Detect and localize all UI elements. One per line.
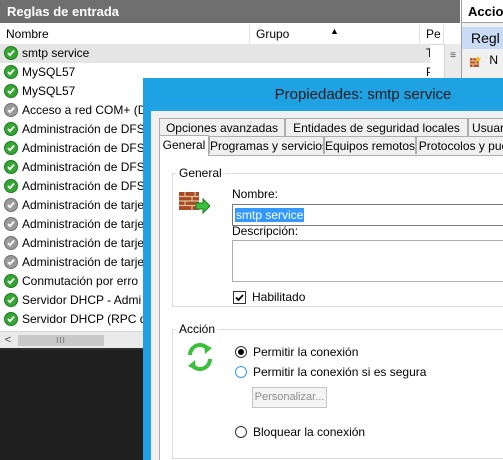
customize-button[interactable]: Personalizar... [252,387,327,408]
column-header-group-label: Grupo [256,27,290,41]
properties-dialog: Propiedades: smtp service Opciones avanz… [143,78,503,460]
allow-if-secure-label: Permitir la conexión si es segura [253,365,427,379]
rule-disabled-icon [4,236,18,250]
rule-enabled-icon [4,312,18,326]
rule-disabled-icon [4,255,18,269]
rule-enabled-icon [4,122,18,136]
panel-title: Reglas de entrada [0,0,460,23]
rule-row[interactable]: smtp service To [0,44,430,63]
rule-name: Administración de tarje [22,198,145,212]
rule-disabled-icon [4,217,18,231]
description-field[interactable]: ▲ ▼ [232,240,503,282]
rule-enabled-icon [4,179,18,193]
rule-name: smtp service [22,46,90,60]
rule-name: Servidor DHCP (RPC de [22,312,154,326]
radio-block-connection[interactable] [235,426,247,438]
rules-horizontal-scrollbar[interactable]: < III [0,331,143,349]
rule-name: Administración de DFS [22,122,145,136]
dialog-title: Propiedades: smtp service [274,86,452,103]
enabled-label: Habilitado [252,290,306,304]
rule-name: Servidor DHCP - Admi [22,293,142,307]
actions-pane-header: Accion [462,0,503,23]
horizontal-scroll-thumb[interactable]: III [18,335,104,346]
new-rule-icon [470,54,482,67]
background-window-divider [0,348,143,350]
tab-entidades-seguridad[interactable]: Entidades de seguridad locales [285,118,468,136]
rule-enabled-icon [4,293,18,307]
rule-name: Administración de DFS [22,160,145,174]
column-header-group[interactable]: Grupo ▲ [250,25,420,44]
rule-name: Conmutación por erro [22,274,139,288]
tab-programas-servicios[interactable]: Programas y servicios [209,136,324,154]
action-group-label: Acción [176,322,219,336]
allow-connection-arrows-icon [184,341,216,373]
actions-pane-new-rule[interactable]: N [462,50,503,70]
rule-enabled-icon [4,65,18,79]
rule-name: Administración de DFS [22,141,145,155]
column-header-profile[interactable]: Pe [420,25,444,44]
name-field-value: smtp service [235,208,305,222]
rule-name: MySQL57 [22,65,76,79]
sort-ascending-arrow-icon: ▲ [330,26,339,36]
actions-pane-item-label: N [489,53,499,67]
rule-enabled-icon [4,141,18,155]
rule-name: Administración de tarje [22,217,145,231]
checkmark-icon [235,294,244,302]
background-window [0,348,143,460]
tab-equipos-remotos[interactable]: Equipos remotos [324,136,416,154]
actions-pane-selected-item[interactable]: Regl [462,27,503,49]
column-header-name[interactable]: Nombre [0,25,250,44]
name-label: Nombre: [232,187,279,201]
tab-opciones-avanzadas[interactable]: Opciones avanzadas [159,118,285,136]
rule-disabled-icon [4,103,18,117]
block-connection-label: Bloquear la conexión [253,425,366,439]
tab-general[interactable]: General [159,135,209,156]
allow-connection-label: Permitir la conexión [253,345,359,359]
description-label: Descripción: [232,224,299,238]
radio-allow-connection[interactable] [235,346,247,358]
scrollbar-grip-icon[interactable]: ≡ [448,50,458,62]
rule-name: Acceso a red COM+ (D [22,103,147,117]
radio-allow-if-secure[interactable] [235,366,247,378]
tab-usuarios[interactable]: Usuar [468,118,503,136]
dialog-body: Opciones avanzadas Entidades de segurida… [151,111,503,460]
tab-panel-general: General Nombre: smtp service Descripción… [159,155,503,460]
rule-enabled-icon [4,274,18,288]
firewall-rule-icon [178,186,211,218]
rule-enabled-icon [4,160,18,174]
tab-protocolos-puertos[interactable]: Protocolos y pue [416,136,503,154]
rule-enabled-icon [4,46,18,60]
rule-enabled-icon [4,84,18,98]
rule-name: Administración de tarje [22,236,145,250]
rule-name: Administración de DFS [22,179,145,193]
rule-name: MySQL57 [22,84,76,98]
enabled-checkbox[interactable] [233,291,246,304]
rule-name: Administración de tarje [22,255,145,269]
rules-column-header: Nombre Grupo ▲ Pe [0,25,460,45]
rule-profile: To [426,46,430,60]
scroll-left-arrow-icon[interactable]: < [2,332,14,349]
rule-disabled-icon [4,198,18,212]
name-field[interactable]: smtp service [232,204,503,226]
general-group-label: General [176,166,225,180]
